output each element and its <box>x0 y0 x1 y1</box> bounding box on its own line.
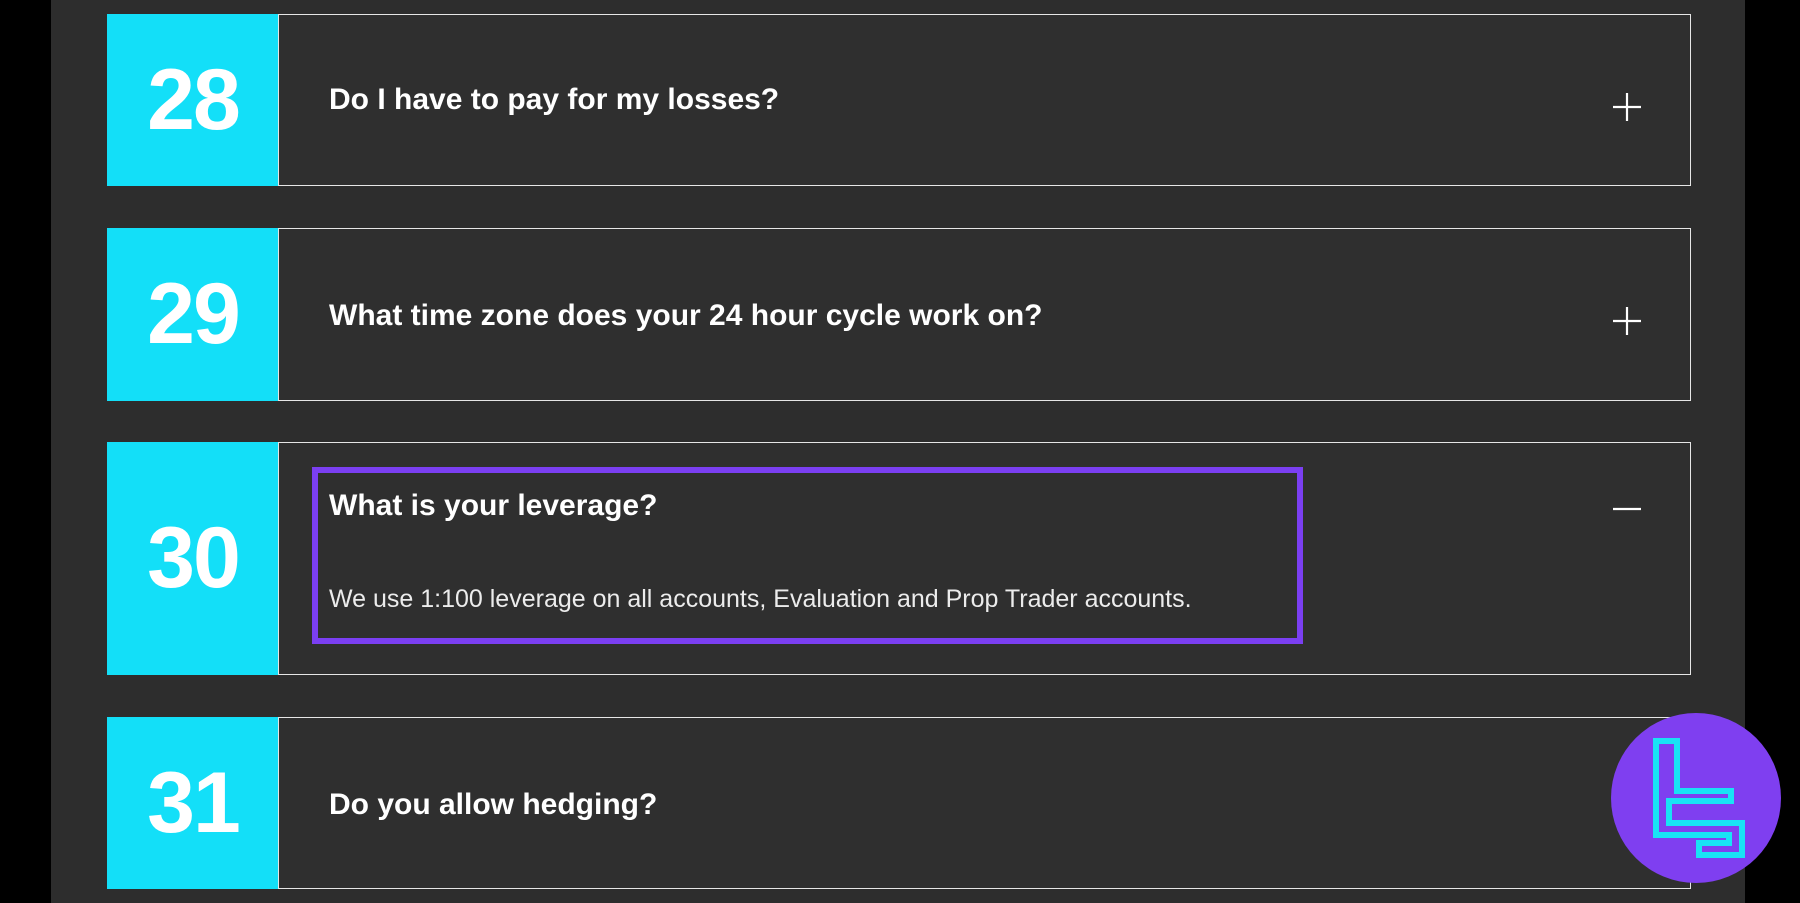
faq-question-header[interactable]: Do you allow hedging? <box>278 717 1691 889</box>
faq-question: What time zone does your 24 hour cycle w… <box>329 299 1043 332</box>
faq-item-30: 30 What is your leverage? We use 1:100 l… <box>107 442 1691 675</box>
faq-question: Do you allow hedging? <box>329 788 658 821</box>
faq-item-31: 31 Do you allow hedging? <box>107 717 1691 889</box>
faq-answer: We use 1:100 leverage on all accounts, E… <box>329 585 1192 613</box>
faq-number-badge: 28 <box>107 14 279 186</box>
faq-question: Do I have to pay for my losses? <box>329 83 780 116</box>
faq-item-28: 28 Do I have to pay for my losses? <box>107 14 1691 186</box>
minus-icon[interactable] <box>1612 494 1642 524</box>
plus-icon[interactable] <box>1612 92 1642 122</box>
tc-brand-logo <box>1611 713 1781 883</box>
faq-number-badge: 31 <box>107 717 279 889</box>
faq-number-badge: 30 <box>107 442 279 675</box>
faq-question: What is your leverage? <box>329 489 658 522</box>
plus-icon[interactable] <box>1612 306 1642 336</box>
faq-question-header[interactable]: What time zone does your 24 hour cycle w… <box>278 228 1691 401</box>
faq-question-header[interactable]: Do I have to pay for my losses? <box>278 14 1691 186</box>
faq-question-header[interactable]: What is your leverage? We use 1:100 leve… <box>278 442 1691 675</box>
faq-number-badge: 29 <box>107 228 279 401</box>
faq-item-29: 29 What time zone does your 24 hour cycl… <box>107 228 1691 401</box>
